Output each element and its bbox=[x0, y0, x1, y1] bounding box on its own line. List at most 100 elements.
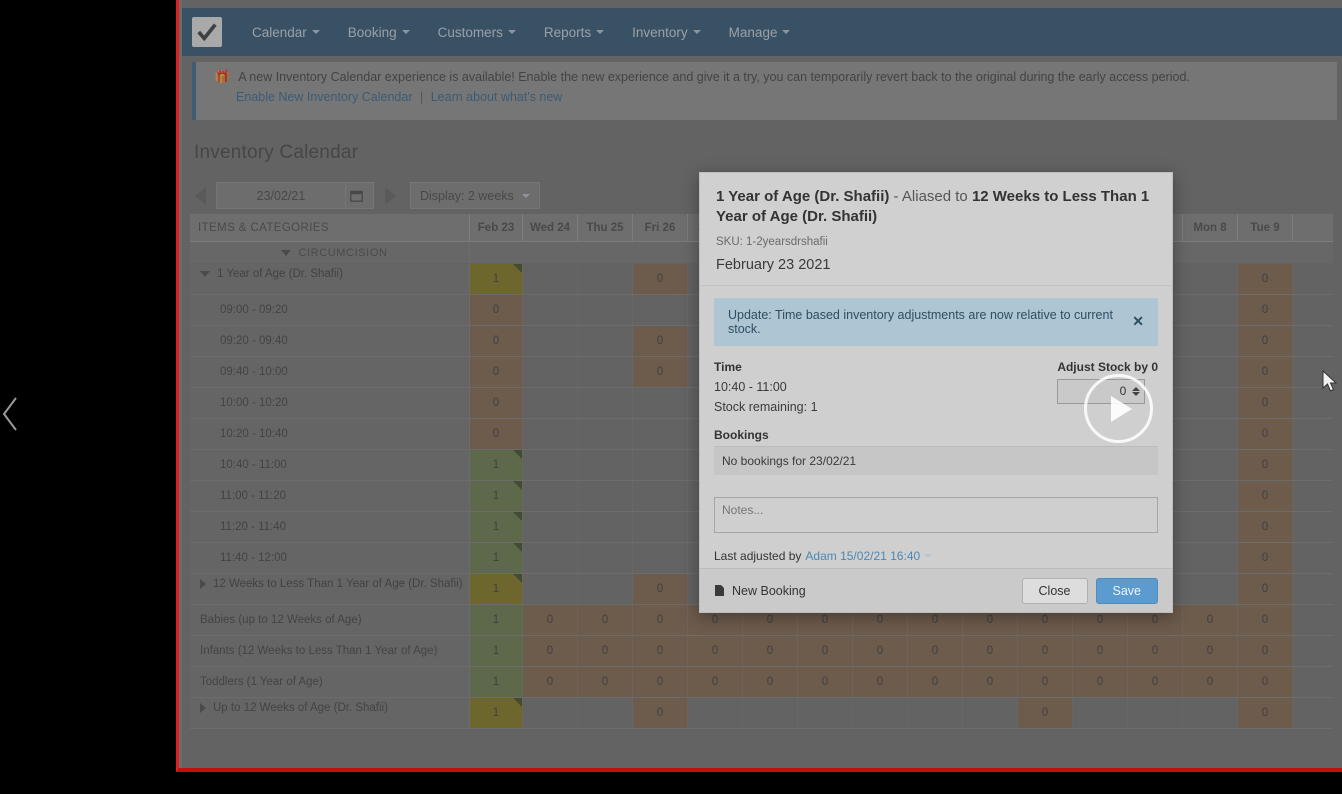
calendar-icon[interactable] bbox=[345, 183, 367, 208]
inventory-cell[interactable]: 0 bbox=[470, 326, 523, 356]
inventory-cell[interactable] bbox=[1183, 481, 1238, 511]
inventory-cell[interactable] bbox=[523, 264, 578, 294]
row-label-cell[interactable]: 09:40 - 10:00 bbox=[190, 357, 470, 387]
inventory-cell[interactable] bbox=[578, 357, 633, 387]
inventory-cell[interactable]: 1 bbox=[470, 543, 523, 573]
nav-item-reports[interactable]: Reports bbox=[530, 25, 618, 40]
inventory-cell[interactable]: 0 bbox=[1128, 636, 1183, 666]
inventory-cell[interactable] bbox=[1183, 698, 1238, 728]
inventory-cell[interactable]: 0 bbox=[853, 667, 908, 697]
inventory-cell[interactable] bbox=[523, 698, 578, 728]
inventory-cell[interactable]: 1 bbox=[470, 636, 523, 666]
row-label-cell[interactable]: 09:00 - 09:20 bbox=[190, 295, 470, 325]
row-label-cell[interactable]: Infants (12 Weeks to Less Than 1 Year of… bbox=[190, 636, 470, 666]
inventory-cell[interactable] bbox=[523, 419, 578, 449]
inventory-cell[interactable]: 0 bbox=[633, 326, 688, 356]
save-button[interactable]: Save bbox=[1095, 577, 1158, 604]
nav-item-inventory[interactable]: Inventory bbox=[618, 25, 715, 40]
new-booking-button[interactable]: New Booking bbox=[714, 584, 806, 598]
inventory-cell[interactable] bbox=[1183, 512, 1238, 542]
row-label-cell[interactable]: 11:00 - 11:20 bbox=[190, 481, 470, 511]
inventory-cell[interactable]: 0 bbox=[1128, 667, 1183, 697]
inventory-cell[interactable]: 0 bbox=[743, 667, 798, 697]
inventory-cell[interactable]: 0 bbox=[470, 388, 523, 418]
inventory-cell[interactable]: 0 bbox=[688, 636, 743, 666]
nav-item-calendar[interactable]: Calendar bbox=[238, 25, 334, 40]
inventory-cell[interactable]: 0 bbox=[523, 636, 578, 666]
inventory-cell[interactable]: 0 bbox=[470, 419, 523, 449]
inventory-cell[interactable]: 0 bbox=[798, 667, 853, 697]
row-label-cell[interactable]: Babies (up to 12 Weeks of Age) bbox=[190, 605, 470, 635]
date-input[interactable]: 23/02/21 bbox=[216, 182, 374, 209]
inventory-cell[interactable]: 0 bbox=[1238, 574, 1293, 604]
table-row[interactable]: Up to 12 Weeks of Age (Dr. Shafii) Base I… bbox=[190, 698, 1333, 729]
inventory-cell[interactable]: 0 bbox=[1018, 636, 1073, 666]
inventory-cell[interactable]: 1 bbox=[470, 667, 523, 697]
inventory-cell[interactable]: 0 bbox=[1238, 667, 1293, 697]
inventory-cell[interactable] bbox=[633, 450, 688, 480]
inventory-cell[interactable]: 1 bbox=[470, 264, 523, 294]
inventory-cell[interactable] bbox=[1128, 698, 1183, 728]
row-label-cell[interactable]: 10:40 - 11:00 bbox=[190, 450, 470, 480]
inventory-cell[interactable]: 0 bbox=[688, 667, 743, 697]
inventory-cell[interactable] bbox=[578, 388, 633, 418]
inventory-cell[interactable] bbox=[578, 326, 633, 356]
inventory-cell[interactable]: 1 bbox=[470, 574, 523, 604]
inventory-cell[interactable]: 0 bbox=[578, 636, 633, 666]
inventory-cell[interactable]: 0 bbox=[1183, 605, 1238, 635]
inventory-cell[interactable]: 0 bbox=[523, 667, 578, 697]
inventory-cell[interactable] bbox=[578, 574, 633, 604]
inventory-cell[interactable] bbox=[523, 357, 578, 387]
inventory-cell[interactable] bbox=[1183, 450, 1238, 480]
row-label-cell[interactable]: 11:20 - 11:40 bbox=[190, 512, 470, 542]
chevron-down-icon[interactable] bbox=[924, 553, 933, 558]
inventory-cell[interactable]: 0 bbox=[1238, 264, 1293, 294]
inventory-cell[interactable] bbox=[963, 698, 1018, 728]
inventory-cell[interactable] bbox=[633, 512, 688, 542]
inventory-cell[interactable]: 0 bbox=[1073, 636, 1128, 666]
row-label-cell[interactable]: 10:20 - 10:40 bbox=[190, 419, 470, 449]
inventory-cell[interactable]: 0 bbox=[1238, 481, 1293, 511]
inventory-cell[interactable]: 0 bbox=[1238, 326, 1293, 356]
enable-new-inventory-calendar-link[interactable]: Enable New Inventory Calendar bbox=[236, 90, 413, 104]
inventory-cell[interactable]: 0 bbox=[1238, 450, 1293, 480]
inventory-cell[interactable] bbox=[1183, 326, 1238, 356]
inventory-cell[interactable]: 0 bbox=[1238, 698, 1293, 728]
nav-item-booking[interactable]: Booking bbox=[334, 25, 424, 40]
inventory-cell[interactable] bbox=[633, 388, 688, 418]
triangle-down-icon[interactable] bbox=[200, 270, 210, 277]
inventory-cell[interactable] bbox=[633, 481, 688, 511]
inventory-cell[interactable]: 0 bbox=[633, 698, 688, 728]
inventory-cell[interactable]: 0 bbox=[1238, 605, 1293, 635]
inventory-cell[interactable]: 0 bbox=[578, 605, 633, 635]
inventory-cell[interactable] bbox=[523, 574, 578, 604]
table-row[interactable]: Toddlers (1 Year of Age) 1 0 0 0 0 0 0 0 0 0 0 0 0 0 0 bbox=[190, 667, 1333, 698]
inventory-cell[interactable]: 0 bbox=[1238, 388, 1293, 418]
inventory-cell[interactable]: 1 bbox=[470, 481, 523, 511]
previous-period-button[interactable] bbox=[190, 183, 210, 209]
inventory-cell[interactable]: 0 bbox=[633, 667, 688, 697]
inventory-cell[interactable]: 0 bbox=[633, 636, 688, 666]
row-label-cell[interactable]: 12 Weeks to Less Than 1 Year of Age (Dr.… bbox=[190, 574, 470, 604]
inventory-cell[interactable]: 0 bbox=[1238, 419, 1293, 449]
inventory-cell[interactable]: 0 bbox=[1018, 667, 1073, 697]
inventory-cell[interactable]: 0 bbox=[743, 636, 798, 666]
inventory-cell[interactable]: 0 bbox=[963, 636, 1018, 666]
next-period-button[interactable] bbox=[380, 183, 400, 209]
inventory-cell[interactable]: 0 bbox=[633, 574, 688, 604]
close-icon[interactable]: ✕ bbox=[1132, 313, 1144, 330]
table-row[interactable]: Infants (12 Weeks to Less Than 1 Year of… bbox=[190, 636, 1333, 667]
triangle-right-icon[interactable] bbox=[200, 702, 206, 713]
inventory-cell[interactable]: 0 bbox=[523, 605, 578, 635]
inventory-cell[interactable]: 0 bbox=[578, 667, 633, 697]
inventory-cell[interactable]: 0 bbox=[633, 264, 688, 294]
inventory-cell[interactable] bbox=[578, 481, 633, 511]
inventory-cell[interactable] bbox=[743, 698, 798, 728]
inventory-cell[interactable] bbox=[578, 264, 633, 294]
inventory-cell[interactable]: 0 bbox=[633, 357, 688, 387]
inventory-cell[interactable]: 0 bbox=[633, 605, 688, 635]
row-label-cell[interactable]: 11:40 - 12:00 bbox=[190, 543, 470, 573]
inventory-cell[interactable] bbox=[1183, 357, 1238, 387]
inventory-cell[interactable]: 1 bbox=[470, 605, 523, 635]
inventory-cell[interactable]: 0 bbox=[1238, 357, 1293, 387]
